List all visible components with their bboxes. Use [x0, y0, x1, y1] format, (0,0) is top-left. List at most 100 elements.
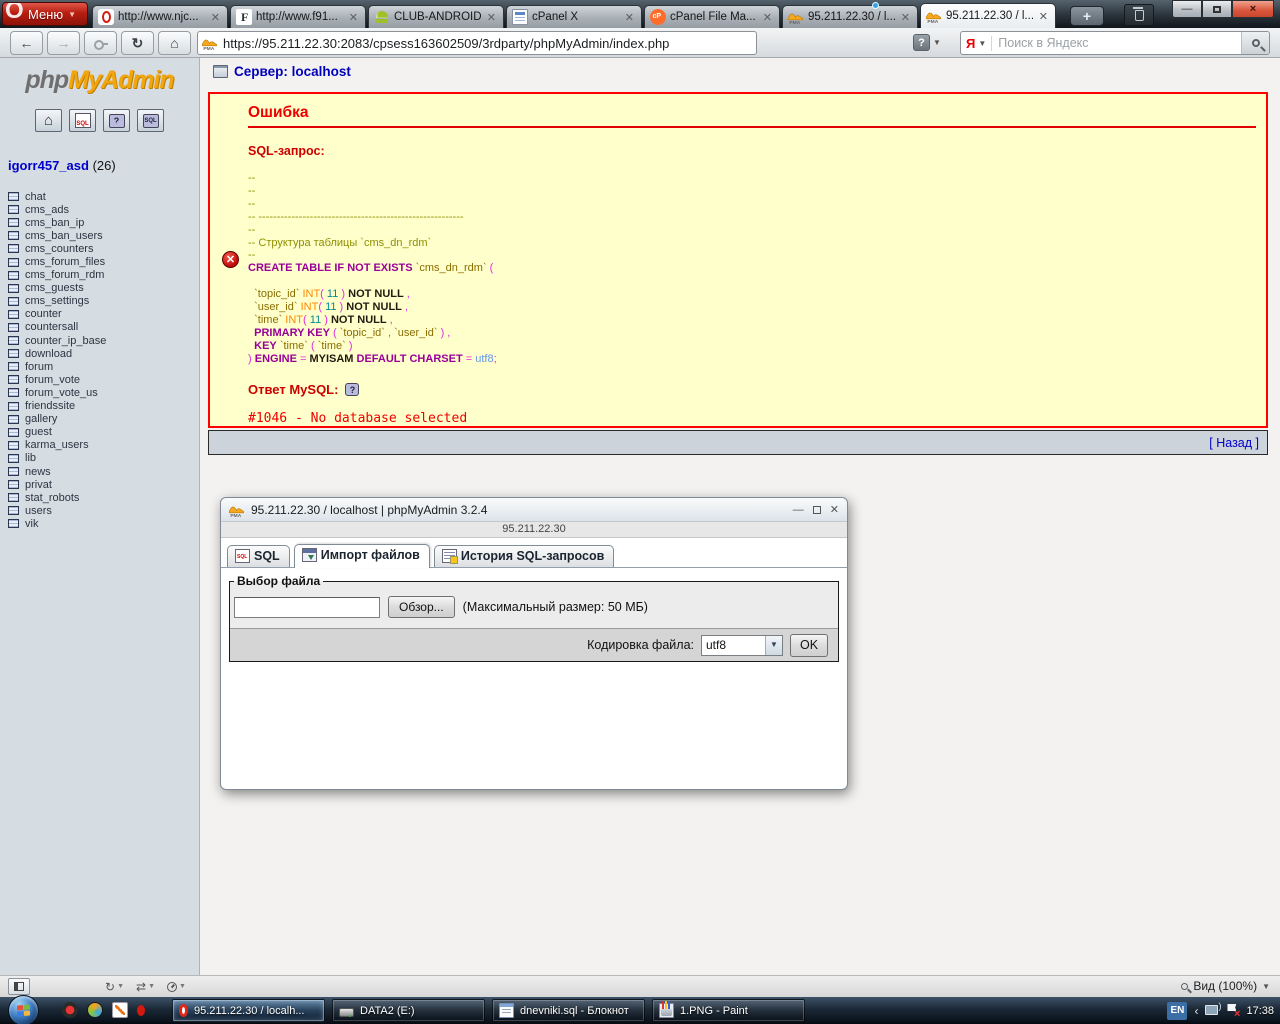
- opera-icon[interactable]: [137, 1005, 145, 1016]
- reload-button[interactable]: ↻: [121, 31, 154, 55]
- table-list-item[interactable]: cms_settings: [8, 295, 199, 308]
- file-path-input[interactable]: [234, 597, 380, 618]
- tab-close-icon[interactable]: ✕: [761, 11, 774, 24]
- rewind-button[interactable]: [84, 31, 117, 55]
- network-icon[interactable]: [1205, 1005, 1219, 1016]
- opera-menu-button[interactable]: O Меню ▼: [2, 2, 88, 26]
- table-list-item[interactable]: users: [8, 504, 199, 517]
- media-player-icon[interactable]: [87, 1002, 103, 1018]
- home-button[interactable]: ⌂: [158, 31, 191, 55]
- table-list-item[interactable]: forum: [8, 360, 199, 373]
- search-submit-button[interactable]: [1241, 32, 1269, 54]
- page-info-icon[interactable]: ?: [913, 34, 930, 51]
- taskbar-button[interactable]: 1.PNG - Paint: [652, 999, 805, 1022]
- table-list-item[interactable]: counter_ip_base: [8, 334, 199, 347]
- dialog-titlebar[interactable]: PMA 95.211.22.30 / localhost | phpMyAdmi…: [221, 498, 847, 522]
- tab-close-icon[interactable]: ✕: [623, 11, 636, 24]
- language-indicator[interactable]: EN: [1167, 1002, 1187, 1020]
- browser-tab[interactable]: PMA95.211.22.30 / l...✕: [782, 5, 918, 28]
- browser-tab[interactable]: CLUB-ANDROID✕: [368, 5, 504, 28]
- gestures-button[interactable]: ⇄▼: [136, 980, 155, 994]
- table-list-item[interactable]: friendssite: [8, 400, 199, 413]
- combo-dropdown-icon[interactable]: ▼: [765, 636, 782, 655]
- table-list-item[interactable]: countersall: [8, 321, 199, 334]
- table-list-item[interactable]: chat: [8, 190, 199, 203]
- new-tab-button[interactable]: +: [1070, 6, 1104, 26]
- tab-close-icon[interactable]: ✕: [1037, 10, 1050, 23]
- table-list-item[interactable]: lib: [8, 452, 199, 465]
- table-list-item[interactable]: cms_forum_files: [8, 255, 199, 268]
- sql-query-button[interactable]: SQL: [69, 109, 96, 132]
- search-engine-selector[interactable]: Я ▼: [961, 36, 992, 51]
- minimize-button[interactable]: —: [1172, 0, 1202, 18]
- table-list-item[interactable]: cms_ads: [8, 203, 199, 216]
- quicklaunch-app-icon-1[interactable]: [62, 1002, 78, 1018]
- table-list-item[interactable]: karma_users: [8, 439, 199, 452]
- browser-tab[interactable]: PMA95.211.22.30 / l...✕: [920, 3, 1056, 28]
- closed-tabs-trash-button[interactable]: [1124, 4, 1154, 26]
- forward-button[interactable]: →: [47, 31, 80, 55]
- browser-tab[interactable]: cPanel File Ma...✕: [644, 5, 780, 28]
- svg-text:PMA: PMA: [203, 46, 214, 50]
- table-list-item[interactable]: forum_vote: [8, 373, 199, 386]
- start-button[interactable]: [8, 995, 39, 1024]
- back-link[interactable]: [ Назад ]: [1209, 436, 1259, 450]
- browser-tab[interactable]: http://www.f91...✕: [230, 5, 366, 28]
- tab-close-icon[interactable]: ✕: [347, 11, 360, 24]
- tab-close-icon[interactable]: ✕: [485, 11, 498, 24]
- query-window-button[interactable]: SQL: [137, 109, 164, 132]
- ok-button[interactable]: OK: [790, 634, 828, 657]
- table-list-item[interactable]: download: [8, 347, 199, 360]
- search-input[interactable]: [992, 36, 1241, 50]
- table-list-item[interactable]: news: [8, 465, 199, 478]
- docs-button[interactable]: ?: [103, 109, 130, 132]
- error-title: Ошибка: [248, 104, 1256, 128]
- sync-button[interactable]: ↻▼: [105, 980, 124, 994]
- taskbar-button[interactable]: dnevniki.sql - Блокнот: [492, 999, 645, 1022]
- table-list-item[interactable]: forum_vote_us: [8, 386, 199, 399]
- table-list-item[interactable]: cms_forum_rdm: [8, 269, 199, 282]
- table-list-item[interactable]: gallery: [8, 413, 199, 426]
- tab-close-icon[interactable]: ✕: [209, 11, 222, 24]
- address-dropdown-icon[interactable]: ▼: [933, 38, 941, 47]
- server-header: Сервер: localhost: [213, 64, 351, 79]
- zoom-control[interactable]: Вид (100%) ▼: [1181, 979, 1270, 993]
- editor-app-icon[interactable]: [112, 1002, 128, 1018]
- address-field[interactable]: PMA: [197, 31, 757, 55]
- turbo-button[interactable]: ▼: [167, 982, 186, 992]
- table-list-item[interactable]: guest: [8, 426, 199, 439]
- table-list-item[interactable]: cms_ban_users: [8, 229, 199, 242]
- search-icon: [1252, 39, 1260, 47]
- table-list-item[interactable]: cms_counters: [8, 242, 199, 255]
- dialog-tab-sql[interactable]: SQL: [227, 545, 290, 567]
- table-list-item[interactable]: privat: [8, 478, 199, 491]
- browse-button[interactable]: Обзор...: [388, 596, 455, 618]
- taskbar-button[interactable]: DATA2 (E:): [332, 999, 485, 1022]
- dialog-minimize-button[interactable]: —: [793, 504, 804, 516]
- browser-tab[interactable]: cPanel X✕: [506, 5, 642, 28]
- browser-tab[interactable]: http://www.njc...✕: [92, 5, 228, 28]
- table-list-item[interactable]: cms_guests: [8, 282, 199, 295]
- dialog-tab-history[interactable]: История SQL-запросов: [434, 545, 614, 567]
- tray-expand-icon[interactable]: ‹: [1194, 1004, 1198, 1018]
- dialog-close-button[interactable]: ✕: [830, 503, 839, 516]
- search-box[interactable]: Я ▼: [960, 31, 1270, 55]
- dialog-restore-button[interactable]: [813, 506, 821, 514]
- back-button[interactable]: ←: [10, 31, 43, 55]
- table-list-item[interactable]: vik: [8, 517, 199, 530]
- table-list-item[interactable]: cms_ban_ip: [8, 216, 199, 229]
- action-center-flag-icon[interactable]: [1226, 1004, 1239, 1017]
- database-link[interactable]: igorr457_asd: [8, 158, 89, 173]
- tab-close-icon[interactable]: ✕: [899, 11, 912, 24]
- close-button[interactable]: ×: [1232, 0, 1274, 18]
- dialog-tab-import[interactable]: Импорт файлов: [294, 544, 430, 568]
- restore-button[interactable]: [1202, 0, 1232, 18]
- table-list-item[interactable]: counter: [8, 308, 199, 321]
- panels-toggle-button[interactable]: [8, 978, 30, 995]
- table-list-item[interactable]: stat_robots: [8, 491, 199, 504]
- url-input[interactable]: [223, 36, 752, 51]
- help-icon[interactable]: ?: [345, 383, 359, 396]
- charset-select[interactable]: utf8 ▼: [701, 635, 783, 656]
- home-nav-button[interactable]: ⌂: [35, 109, 62, 132]
- taskbar-button[interactable]: 95.211.22.30 / localh...: [172, 999, 325, 1022]
